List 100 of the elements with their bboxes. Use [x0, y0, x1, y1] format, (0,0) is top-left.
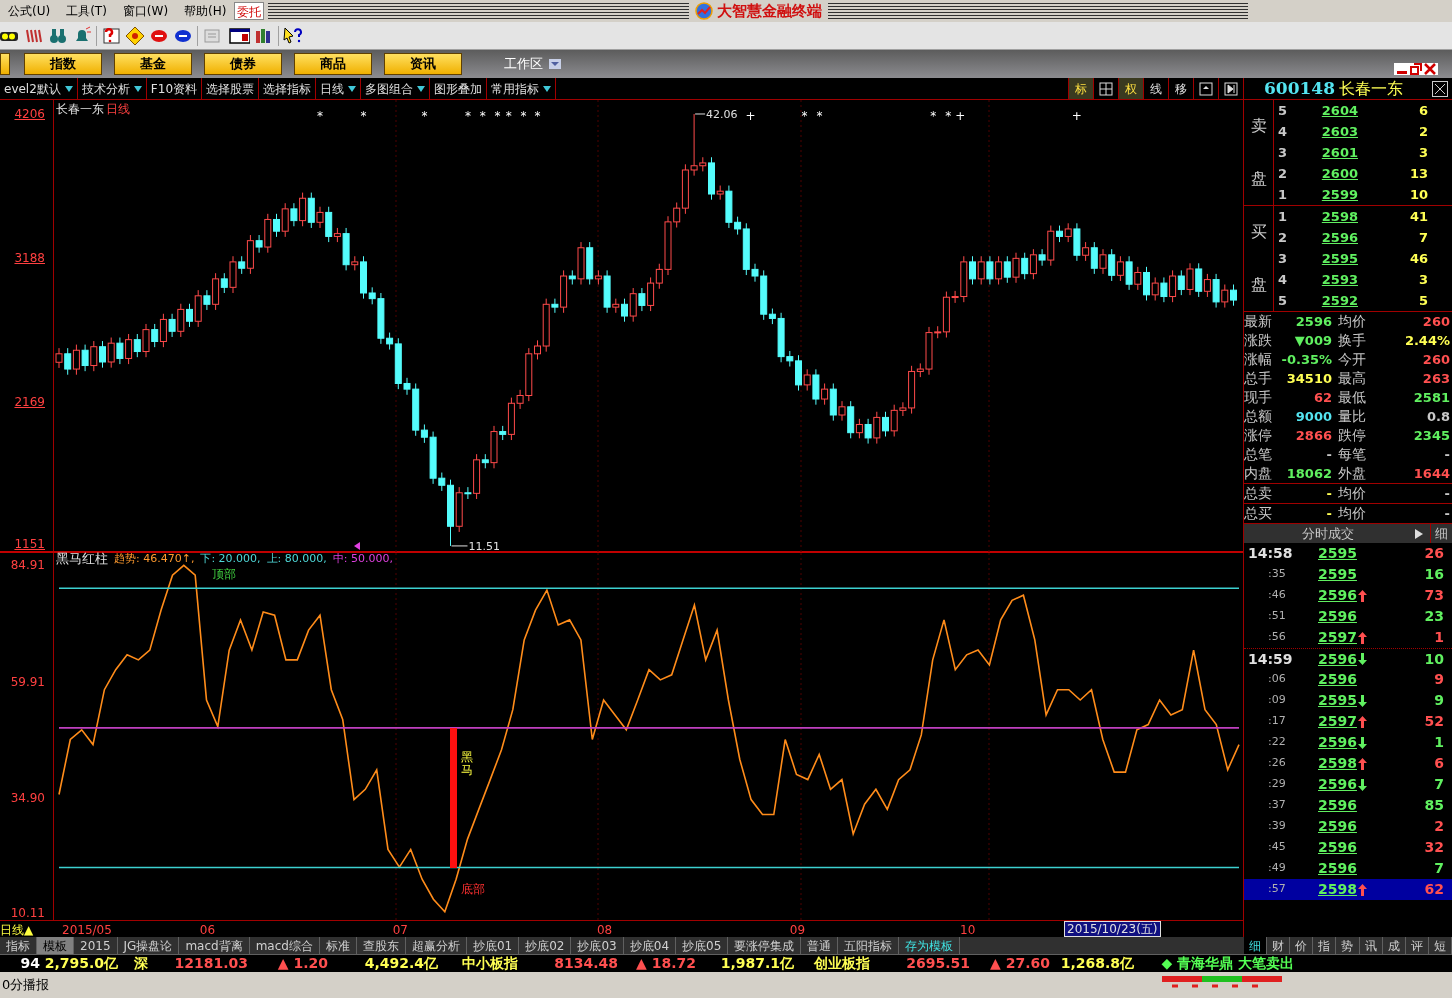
indicator-tab[interactable]: 抄底02 — [519, 937, 572, 954]
panel-tab[interactable]: 价 — [1290, 937, 1314, 954]
dropdown-icon[interactable] — [348, 84, 356, 93]
chart-annotation: 黑马 — [461, 751, 474, 778]
dropdown-icon[interactable] — [417, 84, 425, 93]
indicator-tab[interactable]: 查股东 — [356, 937, 406, 954]
dropdown-icon[interactable] — [133, 84, 142, 93]
market-button[interactable]: 指数 — [24, 53, 102, 75]
stat-label: 总手 — [1244, 369, 1273, 388]
panel-tab[interactable]: 财 — [1267, 937, 1291, 954]
trade-row[interactable]: :29 2596 7 — [1244, 774, 1452, 795]
restore-icon[interactable] — [1410, 63, 1422, 75]
tool-menu[interactable]: F10资料 — [150, 79, 197, 98]
market-button[interactable] — [0, 53, 10, 75]
close-icon[interactable] — [1424, 63, 1436, 75]
trade-row[interactable]: 14:59 2596 10 — [1244, 648, 1452, 669]
next-icon[interactable] — [1224, 81, 1238, 96]
indicator-tab[interactable]: macd背离 — [179, 937, 250, 954]
chart-tool-tab[interactable]: 标 — [1068, 78, 1093, 99]
trade-row[interactable]: :45 2596 32 — [1244, 837, 1452, 858]
window-icon[interactable] — [226, 25, 250, 46]
tool-menu[interactable]: 多图组合 — [365, 79, 413, 98]
menu-item[interactable]: 工具(T) — [58, 2, 115, 20]
tool-menu[interactable]: 选择股票 — [206, 79, 254, 98]
workspace-label[interactable]: 工作区 — [504, 54, 543, 74]
crosshair-icon[interactable] — [1099, 81, 1113, 96]
chart-tool-tab[interactable]: 线 — [1143, 78, 1168, 99]
signal-marker: * — [801, 109, 808, 123]
trade-price: 2598 — [1318, 880, 1358, 899]
ticker-item: 创业板指 — [814, 955, 870, 972]
market-button[interactable]: 基金 — [114, 53, 192, 75]
panel-tab[interactable]: 成 — [1382, 937, 1406, 954]
indicator-tab[interactable]: macd综合 — [249, 937, 320, 954]
trade-row[interactable]: :35 2595 16 — [1244, 564, 1452, 585]
chart-tool-tab[interactable]: 移 — [1168, 78, 1193, 99]
indicator-tab[interactable]: 2015 — [74, 937, 118, 954]
market-button[interactable]: 资讯 — [384, 53, 462, 75]
tool-menu[interactable]: 技术分析 — [81, 79, 130, 98]
trade-volume: 2 — [1434, 817, 1444, 836]
trade-row[interactable]: 14:58 2595 26 — [1244, 543, 1452, 564]
tool-menu[interactable]: 选择指标 — [263, 79, 311, 98]
stat-label: 涨跌 — [1244, 331, 1273, 350]
stat-value: 9000 — [1294, 407, 1332, 426]
trade-row[interactable]: :51 2596 23 — [1244, 606, 1452, 627]
trade-row[interactable]: :37 2596 85 — [1244, 795, 1452, 816]
indicator-tab[interactable]: 超赢分析 — [405, 937, 467, 954]
trade-row[interactable]: :39 2596 2 — [1244, 816, 1452, 837]
indicator-tab[interactable]: 标准 — [319, 937, 357, 954]
trade-row[interactable]: :22 2596 1 — [1244, 732, 1452, 753]
chart-tool-tab[interactable]: 权 — [1118, 78, 1143, 99]
period-toggle[interactable]: 日线▲ — [0, 921, 34, 939]
diamond-icon[interactable] — [125, 25, 145, 46]
market-button[interactable]: 商品 — [294, 53, 372, 75]
indicator-tab[interactable]: 存为模板 — [899, 937, 961, 954]
indicator-tab[interactable]: 抄底04 — [623, 937, 677, 954]
menu-item[interactable]: 帮助(H) — [176, 2, 235, 20]
indicator-tab[interactable]: 抄底03 — [571, 937, 624, 954]
panel-tab[interactable]: 细 — [1244, 937, 1268, 954]
menu-item[interactable]: 窗口(W) — [114, 2, 177, 20]
indicator-tab[interactable]: 抄底01 — [466, 937, 520, 954]
trade-row[interactable]: :46 2596 73 — [1244, 585, 1452, 606]
order-side-label: 盘 — [1250, 167, 1267, 190]
trade-row[interactable]: :26 2598 6 — [1244, 753, 1452, 774]
indicator-tab[interactable]: 要涨停集成 — [728, 937, 802, 954]
indicator-tab[interactable]: 抄底05 — [676, 937, 729, 954]
question-icon[interactable] — [101, 25, 121, 46]
window-icon[interactable] — [1199, 81, 1213, 96]
indicator-axis-label: 84.91 — [10, 558, 45, 573]
dropdown-icon[interactable] — [64, 84, 73, 93]
indicator-tab[interactable]: 模板 — [37, 937, 74, 954]
trade-row[interactable]: :17 2597 52 — [1244, 711, 1452, 732]
tool-menu[interactable]: 日线 — [320, 79, 344, 98]
detail-button[interactable]: 细 — [1430, 523, 1452, 544]
market-button[interactable]: 债券 — [204, 53, 282, 75]
indicator-tab[interactable]: JG操盘论 — [117, 937, 180, 954]
trade-row[interactable]: :09 2595 9 — [1244, 690, 1452, 711]
tool-menu[interactable]: 常用指标 — [491, 79, 539, 98]
order-rank: 5 — [1277, 291, 1289, 310]
tool-menu[interactable]: evel2默认 — [4, 79, 61, 98]
ticker-item: 2695.51 — [906, 955, 970, 972]
help-cursor-icon[interactable] — [283, 25, 303, 46]
trade-row[interactable]: :57 2598 62 — [1244, 879, 1452, 900]
panel-tab[interactable]: 势 — [1336, 937, 1360, 954]
panel-tab[interactable]: 短 — [1428, 937, 1452, 954]
tool-menu[interactable]: 图形叠加 — [434, 79, 482, 98]
trade-time: :22 — [1267, 734, 1287, 751]
indicator-tab[interactable]: 普通 — [801, 937, 839, 954]
panel-tab[interactable]: 指 — [1313, 937, 1337, 954]
ticker-item: 12181.03 — [174, 955, 248, 972]
trade-row[interactable]: :56 2597 1 — [1244, 627, 1452, 648]
dropdown-icon[interactable] — [543, 84, 551, 93]
indicator-tab[interactable]: 五阳指标 — [838, 937, 900, 954]
panel-tab[interactable]: 评 — [1405, 937, 1429, 954]
stock-name: 长春一东 — [56, 101, 104, 118]
menu-item[interactable]: 公式(U) — [0, 2, 59, 20]
panel-tab[interactable]: 讯 — [1359, 937, 1383, 954]
trade-row[interactable]: :49 2596 7 — [1244, 858, 1452, 879]
entrust-button[interactable]: 委托 — [234, 2, 265, 20]
order-volume: 7 — [1417, 228, 1428, 247]
trade-row[interactable]: :06 2596 9 — [1244, 669, 1452, 690]
